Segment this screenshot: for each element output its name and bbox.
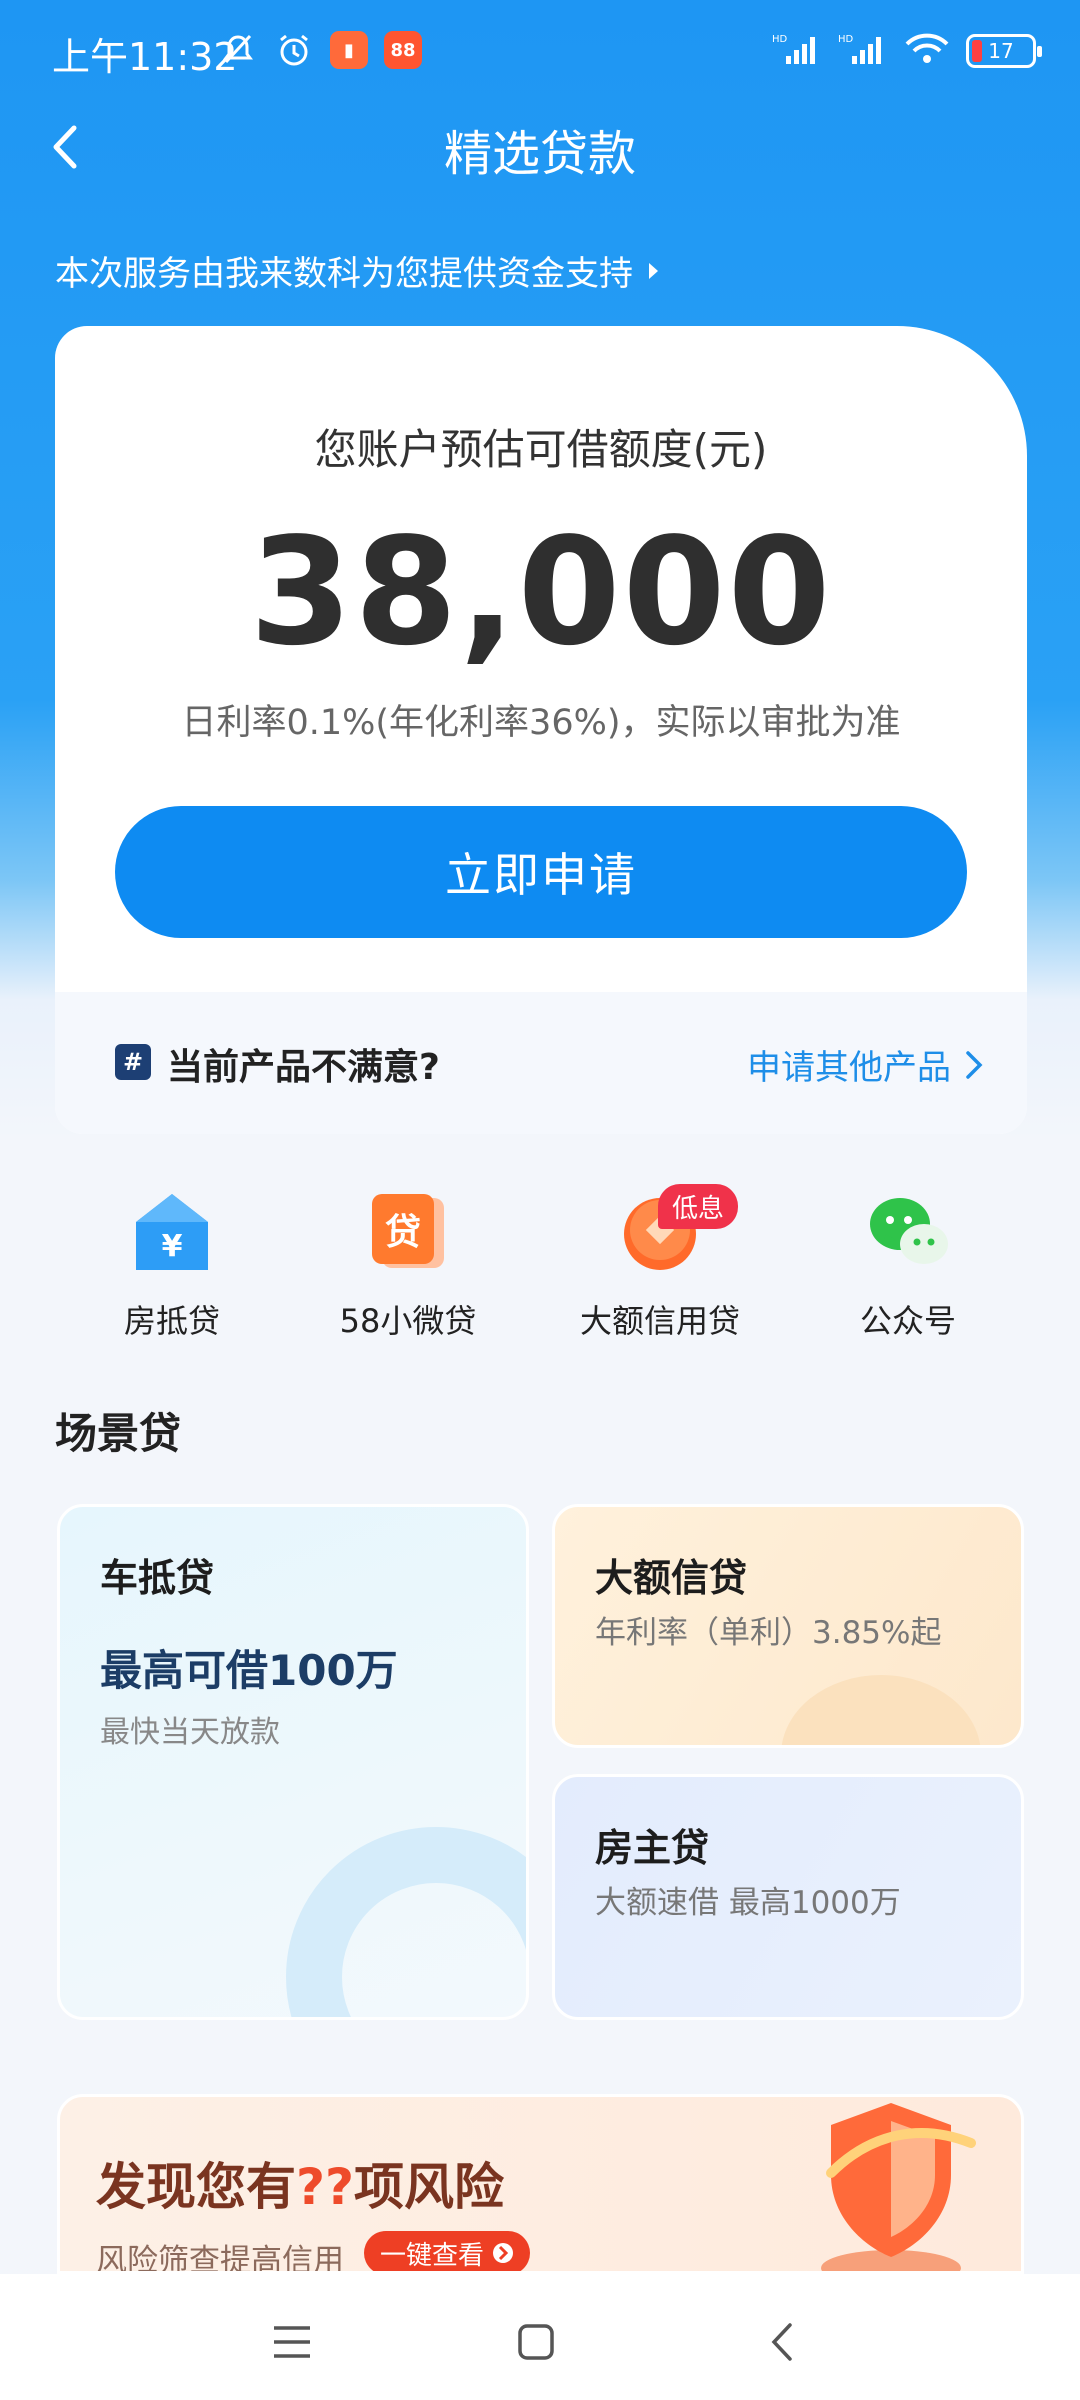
scene-card-homeowner-loan[interactable]: 房主贷 大额速借 最高1000万 <box>552 1774 1024 2020</box>
mute-bell-icon <box>218 30 258 70</box>
decorative-shape <box>781 1675 981 1745</box>
quick-entry-label: 58小微贷 <box>339 1302 477 1340</box>
check-now-label: 一键查看 <box>380 2240 485 2271</box>
quick-entries: ¥ 房抵贷 贷 58小微贷 大额信用贷 低息 公众号 <box>0 1184 1080 1360</box>
svg-text:贷: 贷 <box>385 1212 421 1253</box>
scene-card-sub: 大额速借 最高1000万 <box>595 1885 901 1921</box>
scene-card-sub: 最快当天放款 <box>100 1715 280 1750</box>
quick-entry-label: 大额信用贷 <box>579 1302 740 1340</box>
quota-label: 您账户预估可借额度(元) <box>314 425 768 474</box>
scene-card-car-loan[interactable]: 车抵贷 最高可借100万 最快当天放款 <box>57 1504 529 2020</box>
svg-text:¥: ¥ <box>162 1229 183 1264</box>
quick-entry-58-micro[interactable]: 贷 58小微贷 <box>283 1190 533 1342</box>
provider-note-text: 本次服务由我来数科为您提供资金支持 <box>55 254 633 294</box>
scene-card-title: 房主贷 <box>595 1826 710 1870</box>
section-title: 场景贷 <box>55 1409 182 1458</box>
quota-card: 您账户预估可借额度(元) 38,000 日利率0.1%(年化利率36%)，实际以… <box>55 326 1027 1134</box>
provider-note-link[interactable]: 本次服务由我来数科为您提供资金支持 <box>55 246 658 295</box>
system-navigation-bar <box>0 2274 1080 2400</box>
shield-icon <box>801 2097 981 2271</box>
alarm-icon <box>274 30 314 70</box>
risk-subtitle: 风险筛查提高信用 <box>96 2243 344 2274</box>
status-bar: 上午11:32 ▮ 88 HD HD 17 <box>0 0 1080 110</box>
scene-card-sub: 年利率（单利）3.85%起 <box>595 1615 942 1651</box>
home-button[interactable] <box>506 2312 566 2372</box>
svg-text:HD: HD <box>772 34 788 45</box>
apply-now-button[interactable]: 立即申请 <box>115 806 967 938</box>
quick-entry-official-account[interactable]: 公众号 <box>783 1190 1033 1342</box>
chevron-left-icon <box>771 2323 792 2361</box>
home-square-icon <box>518 2324 554 2360</box>
loan-box-icon: 贷 <box>366 1190 450 1274</box>
rate-note: 日利率0.1%(年化利率36%)，实际以审批为准 <box>181 703 901 743</box>
quota-amount: 38,000 <box>249 506 833 678</box>
card-footer: # 当前产品不满意? 申请其他产品 <box>55 992 1027 1134</box>
menu-button[interactable] <box>262 2312 322 2372</box>
signal-icon-2: HD <box>838 32 888 70</box>
scene-card-big-credit[interactable]: 大额信贷 年利率（单利）3.85%起 <box>552 1504 1024 1748</box>
hash-icon: # <box>115 1044 151 1080</box>
risk-count: ?? <box>296 2158 355 2216</box>
battery-icon: 17 <box>966 34 1042 68</box>
arrow-circle-right-icon <box>493 2243 514 2263</box>
decorative-arc <box>286 1827 526 2017</box>
page-title: 精选贷款 <box>443 126 636 182</box>
svg-text:HD: HD <box>838 34 854 45</box>
menu-icon <box>274 2326 310 2358</box>
house-yuan-icon: ¥ <box>130 1190 214 1274</box>
risk-title: 发现您有??项风险 <box>96 2147 504 2219</box>
scene-card-highlight: 最高可借100万 <box>100 1646 398 1695</box>
wechat-icon <box>866 1190 950 1274</box>
risk-title-suffix: 项风险 <box>354 2158 505 2216</box>
caret-right-icon <box>649 262 658 279</box>
chevron-right-icon <box>966 1050 983 1079</box>
shopping-app-icon: ▮ <box>330 31 368 69</box>
footer-question: 当前产品不满意? <box>167 1047 440 1088</box>
risk-banner[interactable]: 发现您有??项风险 风险筛查提高信用 一键查看 <box>57 2094 1024 2274</box>
status-notification-icons: ▮ 88 <box>218 30 422 70</box>
system-back-button[interactable] <box>752 2312 812 2372</box>
risk-title-prefix: 发现您有 <box>96 2158 296 2216</box>
quick-entry-mortgage[interactable]: ¥ 房抵贷 <box>47 1190 297 1342</box>
video-app-icon: 88 <box>384 31 422 69</box>
status-time: 上午11:32 <box>52 35 238 79</box>
check-now-button[interactable]: 一键查看 <box>364 2231 531 2271</box>
scene-card-title: 大额信贷 <box>595 1556 748 1600</box>
quick-entry-label: 公众号 <box>859 1302 956 1340</box>
quick-entry-label: 房抵贷 <box>123 1302 220 1340</box>
other-products-label: 申请其他产品 <box>747 1048 951 1088</box>
signal-icon: HD <box>772 32 822 70</box>
scene-card-title: 车抵贷 <box>100 1556 215 1600</box>
low-interest-tag: 低息 <box>658 1184 739 1229</box>
wifi-icon <box>904 32 950 70</box>
status-system-icons: HD HD 17 <box>772 32 1042 70</box>
other-products-link[interactable]: 申请其他产品 <box>747 1040 983 1089</box>
battery-level: 17 <box>988 39 1014 63</box>
